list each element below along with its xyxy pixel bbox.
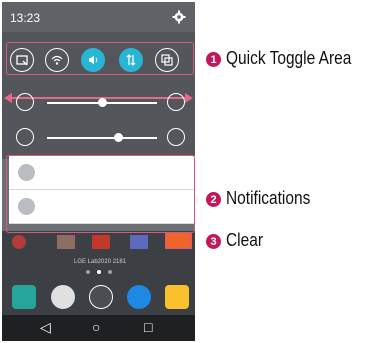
ringtone-volume-icon[interactable] [16, 128, 34, 146]
notifications-highlight [6, 155, 195, 233]
quick-toggle-highlight [6, 42, 194, 75]
volume-thumb[interactable] [114, 133, 123, 142]
brightness-thumb[interactable] [97, 98, 107, 107]
gear-icon[interactable] [172, 10, 186, 24]
callout-label-quick-toggle: Quick Toggle Area [226, 48, 352, 68]
callout-badge-1: 1 [206, 52, 221, 67]
page-indicator [97, 270, 101, 274]
recents-button[interactable]: □ [144, 319, 152, 335]
callout-label-clear: Clear [226, 230, 263, 250]
gear-icon[interactable] [167, 128, 185, 146]
callout-label-notifications: Notifications [226, 188, 311, 208]
check-circle-icon[interactable] [167, 93, 185, 111]
home-button[interactable]: ○ [92, 319, 100, 335]
browser-icon[interactable] [127, 285, 151, 309]
navigation-bar: ◁ ○ □ [2, 315, 195, 341]
page-indicator [86, 270, 90, 274]
volume-track[interactable] [47, 137, 157, 139]
back-button[interactable]: ◁ [40, 319, 51, 336]
carrier-text: LGE Lab2020 2181 [74, 259, 127, 265]
apps-icon[interactable] [89, 285, 113, 309]
clear-button[interactable] [165, 232, 192, 249]
callout-badge-2: 2 [206, 192, 221, 207]
phone-icon[interactable] [12, 285, 36, 309]
status-bar: 13:23 [2, 2, 195, 32]
status-time: 13:23 [10, 11, 41, 25]
arrow-right-icon [185, 93, 193, 103]
app-icon[interactable] [12, 235, 26, 249]
app-icon[interactable] [92, 235, 110, 249]
page-indicator [108, 270, 112, 274]
contacts-icon[interactable] [51, 285, 75, 309]
brightness-icon[interactable] [16, 93, 34, 111]
messages-icon[interactable] [165, 285, 189, 309]
callout-badge-3: 3 [206, 234, 221, 249]
app-icon[interactable] [57, 235, 75, 249]
app-icon[interactable] [130, 235, 148, 249]
